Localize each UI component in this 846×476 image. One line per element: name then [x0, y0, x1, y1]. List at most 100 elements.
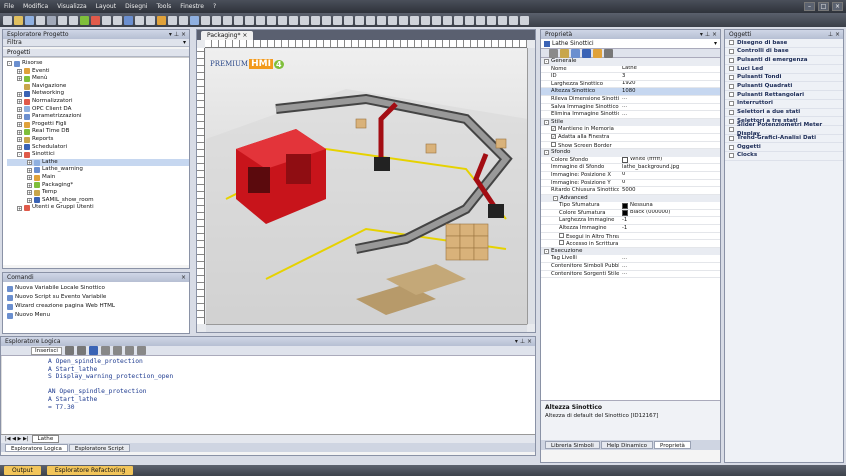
toolbar-button-icon[interactable]: [487, 15, 496, 25]
toolbar-button-icon[interactable]: [344, 15, 353, 25]
expand-icon[interactable]: +: [17, 205, 22, 211]
collapse-icon[interactable]: -: [544, 150, 549, 156]
property-row[interactable]: ✓ Mantiene in Memoria: [541, 126, 720, 134]
delete-icon[interactable]: [136, 346, 146, 355]
property-category[interactable]: - Esecuzione: [541, 247, 720, 256]
expand-icon[interactable]: [729, 118, 734, 124]
code-line[interactable]: [48, 381, 535, 389]
tree-item[interactable]: + Utenti e Gruppi Utenti: [7, 204, 189, 212]
property-value[interactable]: 3: [619, 73, 720, 80]
chevron-down-icon[interactable]: ▾: [183, 39, 186, 46]
property-row[interactable]: Contenitore Sorgenti Stile...: [541, 271, 720, 279]
toolbar-button-icon[interactable]: [47, 15, 56, 25]
filter-bar[interactable]: Filtra ▾: [3, 39, 189, 47]
toolbar-button-icon[interactable]: [135, 15, 144, 25]
cut-icon[interactable]: [100, 346, 110, 355]
tree-item[interactable]: - Sinottici: [7, 151, 189, 159]
tree-item[interactable]: + SAMIL_show_room: [7, 197, 189, 205]
close-icon[interactable]: ×: [181, 273, 186, 282]
property-row[interactable]: Contenitore Simboli Pubblici...: [541, 263, 720, 271]
toolbar-button-icon[interactable]: [432, 15, 441, 25]
expand-icon[interactable]: +: [17, 76, 22, 82]
property-value[interactable]: [619, 134, 720, 141]
menu-item[interactable]: File: [4, 3, 14, 10]
status-tab[interactable]: Esploratore Refactoring: [46, 466, 134, 475]
checkbox[interactable]: [551, 141, 556, 147]
toolbar-button-icon[interactable]: [91, 15, 100, 25]
toolbar-button-icon[interactable]: [201, 15, 210, 25]
tree-item[interactable]: + Progetti Figli: [7, 121, 189, 129]
tree-item[interactable]: + Lathe: [7, 158, 189, 167]
bottom-tab[interactable]: Proprietà: [654, 441, 691, 449]
menu-item[interactable]: Visualizza: [57, 3, 87, 10]
code-line[interactable]: A Start_lathe: [48, 366, 535, 374]
property-row[interactable]: Tag Livelli...: [541, 255, 720, 264]
toolbar-button-icon[interactable]: [465, 15, 474, 25]
menu-item[interactable]: Finestre: [180, 3, 204, 10]
property-value[interactable]: lathe_background.jpg: [619, 164, 720, 171]
command-item[interactable]: Nuovo Script su Evento Variabile: [7, 293, 189, 302]
toolbar-button-icon[interactable]: [113, 15, 122, 25]
toolbar-button-icon[interactable]: [245, 15, 254, 25]
menu-item[interactable]: ?: [213, 3, 216, 10]
copy-icon[interactable]: [112, 346, 122, 355]
tree-item[interactable]: + Main: [7, 174, 189, 182]
expand-icon[interactable]: +: [27, 167, 32, 173]
tree-item[interactable]: + Packaging*: [7, 182, 189, 190]
filter-icon[interactable]: [593, 48, 602, 58]
toolbar-button-icon[interactable]: [157, 15, 166, 25]
toolbar-button-icon[interactable]: [223, 15, 232, 25]
property-row[interactable]: ID 3: [541, 73, 720, 81]
tree-item[interactable]: + Menù: [7, 75, 189, 83]
property-row[interactable]: Tipo Sfumatura Nessuna: [541, 202, 720, 210]
toolbar-button-icon[interactable]: [3, 15, 12, 25]
property-row[interactable]: Rileva Dimensione Sinottico...: [541, 96, 720, 104]
maximize-icon[interactable]: □: [818, 2, 829, 11]
property-value[interactable]: ...: [619, 96, 720, 103]
property-value[interactable]: 0: [619, 180, 720, 187]
expand-icon[interactable]: [729, 66, 734, 72]
property-row[interactable]: Altezza Immagine -1: [541, 225, 720, 233]
toolbar-button-icon[interactable]: [476, 15, 485, 25]
pin-icon[interactable]: ⊥ ×: [828, 30, 840, 39]
toolbar-button-icon[interactable]: [256, 15, 265, 25]
property-value[interactable]: [619, 233, 720, 240]
property-row[interactable]: Salva Immagine Sinottico...: [541, 104, 720, 112]
toolbar-button-icon[interactable]: [69, 15, 78, 25]
property-row[interactable]: Altezza Sinottico 1080: [541, 88, 720, 96]
property-category[interactable]: - Stile: [541, 118, 720, 127]
property-row[interactable]: Colore Sfondo White (ffffff): [541, 157, 720, 165]
vertical-scrollbar[interactable]: [527, 48, 535, 324]
pin-icon[interactable]: ▾ ⊥ ×: [515, 337, 532, 346]
toolbar-button-icon[interactable]: [179, 15, 188, 25]
pin-icon[interactable]: ▾ ⊥ ×: [169, 30, 186, 39]
expand-icon[interactable]: +: [17, 129, 22, 135]
pin-icon[interactable]: ▾ ⊥ ×: [700, 30, 717, 39]
redo-icon[interactable]: [76, 346, 86, 355]
toolbar-button-icon[interactable]: [168, 15, 177, 25]
property-row[interactable]: Immagine di Sfondo lathe_background.jpg: [541, 164, 720, 172]
property-value[interactable]: Black (000000): [619, 210, 720, 217]
checkbox[interactable]: [559, 240, 564, 246]
property-row[interactable]: Accesso in Scrittura: [541, 240, 720, 248]
property-value[interactable]: 1920: [619, 81, 720, 88]
expand-icon[interactable]: +: [17, 144, 22, 150]
object-category[interactable]: Clocks: [725, 152, 843, 161]
tree-item[interactable]: + Normalizzatori: [7, 98, 189, 106]
checkbox[interactable]: ✓: [551, 126, 556, 132]
property-row[interactable]: Colore Sfumatura Black (000000): [541, 210, 720, 218]
expand-icon[interactable]: [729, 57, 734, 63]
expand-icon[interactable]: +: [17, 91, 22, 97]
collapse-icon[interactable]: -: [544, 120, 549, 126]
sort-icon[interactable]: [560, 48, 569, 58]
events-icon[interactable]: [571, 48, 580, 58]
bottom-tab[interactable]: Libreria Simboli: [545, 441, 600, 449]
collapse-icon[interactable]: -: [7, 61, 12, 67]
toolbar-button-icon[interactable]: [421, 15, 430, 25]
code-editor[interactable]: A Open_spindle_protection A Start_lathe S …: [1, 356, 535, 434]
toolbar-button-icon[interactable]: [388, 15, 397, 25]
toolbar-button-icon[interactable]: [234, 15, 243, 25]
expand-icon[interactable]: [729, 127, 734, 133]
menu-item[interactable]: Disegni: [125, 3, 147, 10]
toolbar-button-icon[interactable]: [14, 15, 23, 25]
